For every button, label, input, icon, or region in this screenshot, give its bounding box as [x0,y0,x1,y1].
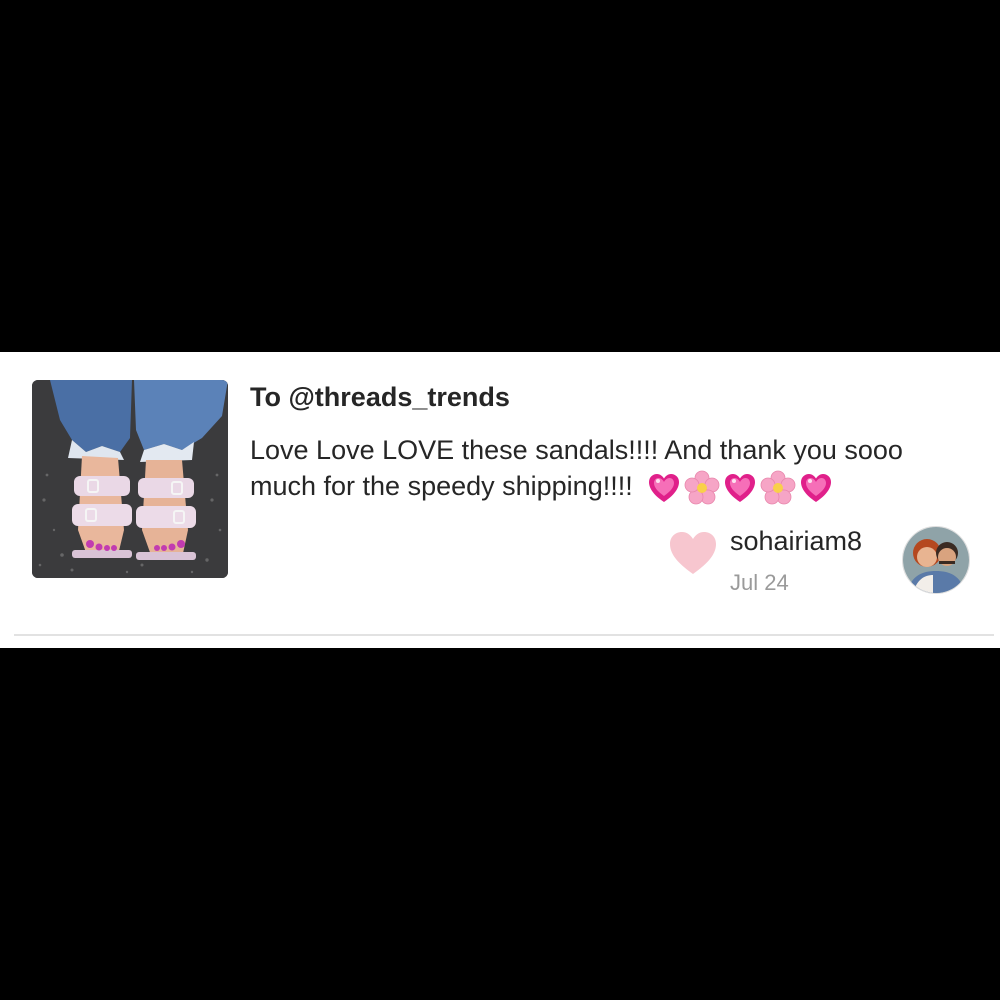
sparkling-heart-icon [725,473,756,502]
review-message: Love Love LOVE these sandals!!!! And tha… [250,432,970,506]
cherry-blossom-icon [684,470,720,505]
product-photo[interactable] [32,380,228,578]
divider [14,634,994,636]
reviewer-avatar[interactable] [902,526,970,594]
sparkling-heart-icon [649,473,680,502]
like-heart-icon[interactable] [668,530,718,576]
avatar-image [903,527,969,593]
cherry-blossom-icon [760,470,796,505]
reviewer-username[interactable]: sohairiam8 [730,526,862,557]
emoji-row [646,470,834,506]
sandals-photo-image [32,380,228,578]
review-date: Jul 24 [730,570,789,595]
recipient-label[interactable]: To @threads_trends [250,382,510,413]
review-card: To @threads_trends Love Love LOVE these … [0,352,1000,648]
sparkling-heart-icon [801,473,832,502]
